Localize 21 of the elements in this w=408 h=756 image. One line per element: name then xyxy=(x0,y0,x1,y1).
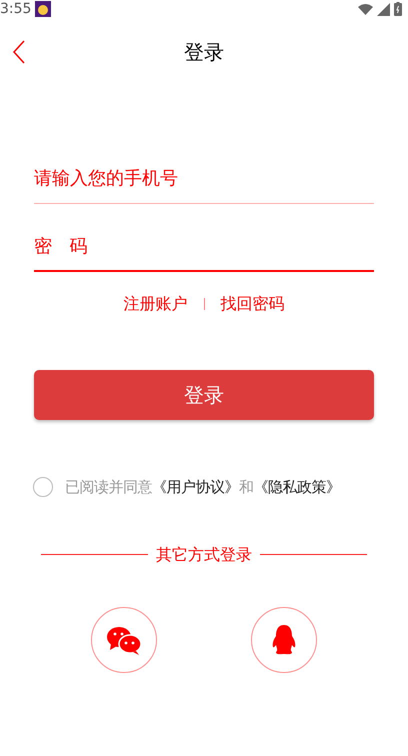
login-button[interactable]: 登录 xyxy=(34,370,374,420)
back-icon xyxy=(13,40,25,64)
policy-link[interactable]: 《用户协议》 xyxy=(152,478,239,496)
chat-bubbles-icon xyxy=(106,624,142,654)
forgot-password-link[interactable]: 找回密码 xyxy=(220,292,284,316)
agreement-text: 已阅读并同意《用户协议》和《隐私政策》 xyxy=(65,477,340,498)
penguin-icon xyxy=(271,624,297,654)
wifi-icon xyxy=(358,3,373,15)
wechat-login-button[interactable] xyxy=(91,606,157,672)
status-time: 3:55 xyxy=(0,2,32,16)
phone-field[interactable]: 请输入您的手机号 xyxy=(34,154,374,204)
battery-icon xyxy=(394,2,402,16)
page-title: 登录 xyxy=(184,39,224,66)
agree-checkbox[interactable] xyxy=(33,477,53,498)
policy-link[interactable]: 《隐私政策》 xyxy=(254,478,340,496)
password-field[interactable]: 密 码 xyxy=(34,222,374,272)
register-link[interactable]: 注册账户 xyxy=(124,292,188,316)
qq-login-button[interactable] xyxy=(251,606,317,672)
other-login-title: 其它方式登录 xyxy=(156,544,252,566)
notification-icon xyxy=(35,1,52,17)
signal-icon xyxy=(377,2,390,16)
